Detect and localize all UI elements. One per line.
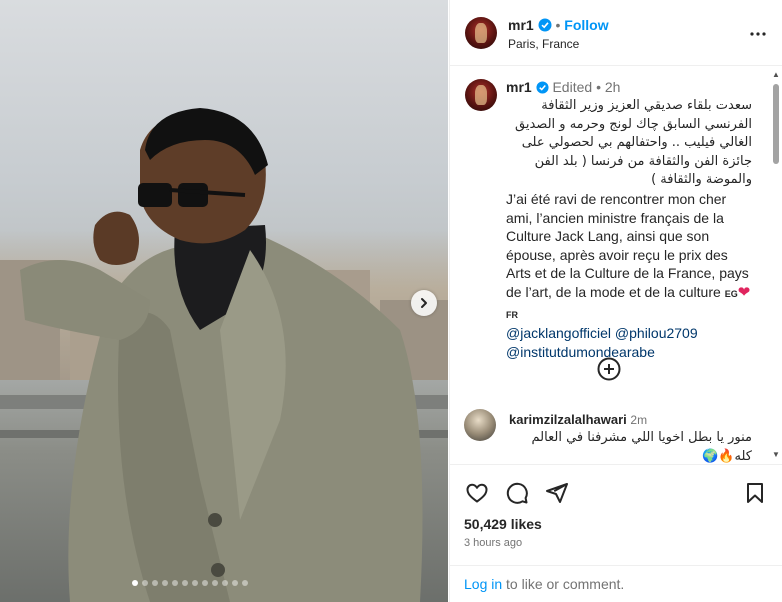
likes-count[interactable]: 50,429 likes <box>464 516 542 532</box>
slide-dot <box>162 580 168 586</box>
post-header: mr1 • Follow Paris, France <box>450 0 782 66</box>
slide-dot <box>142 580 148 586</box>
verified-icon <box>538 18 552 32</box>
comment-age: 2m <box>630 413 648 427</box>
follow-button[interactable]: Follow <box>564 17 608 33</box>
mention-institutdumondearabe[interactable]: @institutdumondearabe <box>506 343 752 362</box>
slide-dot <box>182 580 188 586</box>
fire-emoji: 🔥 <box>718 448 735 463</box>
more-options-button[interactable] <box>746 22 770 46</box>
slide-dot <box>242 580 248 586</box>
caption-age: 2h <box>604 79 621 95</box>
feed-scrollbar[interactable]: ▲ ▼ <box>771 66 781 463</box>
post-location[interactable]: Paris, France <box>508 37 579 51</box>
author-avatar[interactable] <box>465 17 497 49</box>
slide-dot <box>212 580 218 586</box>
man-in-coat <box>20 108 423 602</box>
author-username[interactable]: mr1 <box>508 17 534 33</box>
login-prompt: Log in to like or comment. <box>450 565 782 602</box>
slide-dot <box>202 580 208 586</box>
mention-jacklangofficiel[interactable]: @jacklangofficiel <box>506 325 611 341</box>
post-actions: 50,429 likes 3 hours ago Log in to like … <box>450 464 782 602</box>
caption-avatar[interactable] <box>465 79 497 111</box>
comment-text: منور يا بطل اخويا اللي مشرفنا في العالم … <box>531 430 752 463</box>
login-link[interactable]: Log in <box>464 576 502 592</box>
load-more-comments-button[interactable] <box>596 357 622 383</box>
add-comments-icon <box>597 357 621 381</box>
next-arrow-icon <box>421 298 427 308</box>
post-time[interactable]: 3 hours ago <box>464 537 522 549</box>
heart-emoji: ❤ <box>737 283 751 301</box>
scroll-down-icon[interactable]: ▼ <box>772 450 780 459</box>
edited-label: Edited <box>552 79 593 95</box>
slide-dot <box>232 580 238 586</box>
slide-dot <box>172 580 178 586</box>
verified-icon <box>536 81 549 94</box>
next-slide-button[interactable] <box>411 290 437 316</box>
comment-icon <box>506 482 528 504</box>
like-button[interactable] <box>464 481 490 507</box>
heart-icon <box>466 483 488 503</box>
globe-emoji: 🌍 <box>702 448 719 463</box>
slide-dot <box>192 580 198 586</box>
separator-dot: • <box>555 17 561 33</box>
caption-arabic: سعدت بلقاء صديقي العزيز وزير الثقافة الف… <box>515 98 752 188</box>
post-sidebar: mr1 • Follow Paris, France mr1 Edited • … <box>449 0 782 602</box>
caption-french: J’ai été ravi de rencontrer mon cher ami… <box>506 190 749 300</box>
post-photo[interactable] <box>0 0 448 602</box>
flag-fr: FR <box>506 309 518 320</box>
comments-feed[interactable]: mr1 Edited • 2h سعدت بلقاء صديقي العزيز … <box>450 67 782 463</box>
more-icon <box>750 32 766 36</box>
slide-dot <box>222 580 228 586</box>
flag-eg: EG <box>724 288 738 299</box>
caption-text: سعدت بلقاء صديقي العزيز وزير الثقافة الف… <box>506 97 752 361</box>
comment-button[interactable] <box>504 481 530 507</box>
login-suffix: to like or comment. <box>502 576 625 592</box>
scroll-up-icon[interactable]: ▲ <box>772 70 780 79</box>
slide-indicator <box>132 580 248 586</box>
slide-dot <box>152 580 158 586</box>
caption-username[interactable]: mr1 <box>506 79 532 95</box>
scrollbar-thumb[interactable] <box>773 84 779 164</box>
share-icon <box>546 483 568 503</box>
slide-dot <box>132 580 138 586</box>
save-button[interactable] <box>742 481 768 507</box>
mention-philou2709[interactable]: @philou2709 <box>615 325 698 341</box>
commenter-avatar[interactable] <box>464 409 496 441</box>
save-icon <box>747 483 763 503</box>
commenter-username[interactable]: karimzilzalalhawari <box>509 412 627 427</box>
share-button[interactable] <box>544 481 570 507</box>
